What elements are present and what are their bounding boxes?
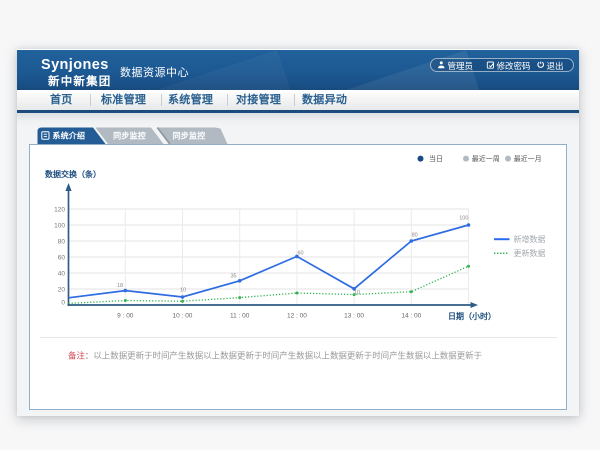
svg-text:18: 18 xyxy=(117,283,123,289)
svg-text:10: 10 xyxy=(354,290,360,296)
svg-text:80: 80 xyxy=(58,239,66,246)
svg-text:当日: 当日 xyxy=(429,154,443,163)
svg-text:60: 60 xyxy=(58,255,66,262)
svg-text:10 : 00: 10 : 00 xyxy=(173,313,193,320)
svg-text:最近一周: 最近一周 xyxy=(472,154,500,163)
svg-text:日期（小时）: 日期（小时） xyxy=(448,311,496,321)
svg-text:系统介绍: 系统介绍 xyxy=(52,130,85,140)
svg-text:0: 0 xyxy=(61,300,65,307)
svg-text:100: 100 xyxy=(459,215,468,221)
svg-text:10: 10 xyxy=(180,288,186,294)
svg-text:9 : 00: 9 : 00 xyxy=(117,313,134,320)
svg-text:数据交换（条）: 数据交换（条） xyxy=(45,169,101,179)
svg-text:40: 40 xyxy=(58,271,66,278)
svg-text:12 : 00: 12 : 00 xyxy=(287,313,307,320)
svg-text:100: 100 xyxy=(54,223,65,230)
svg-text:120: 120 xyxy=(54,207,65,214)
svg-text:14 : 00: 14 : 00 xyxy=(401,313,421,320)
svg-text:最近一月: 最近一月 xyxy=(514,154,542,163)
svg-text:新增数据: 新增数据 xyxy=(514,234,546,244)
svg-text:同步监控: 同步监控 xyxy=(113,130,146,140)
svg-text:同步监控: 同步监控 xyxy=(173,130,206,140)
svg-text:13 : 00: 13 : 00 xyxy=(344,313,364,320)
svg-text:80: 80 xyxy=(412,233,418,239)
svg-text:20: 20 xyxy=(58,287,66,294)
svg-text:35: 35 xyxy=(230,274,236,280)
svg-text:11 : 00: 11 : 00 xyxy=(230,313,250,320)
svg-text:更新数据: 更新数据 xyxy=(514,248,546,258)
svg-text:60: 60 xyxy=(297,251,303,257)
